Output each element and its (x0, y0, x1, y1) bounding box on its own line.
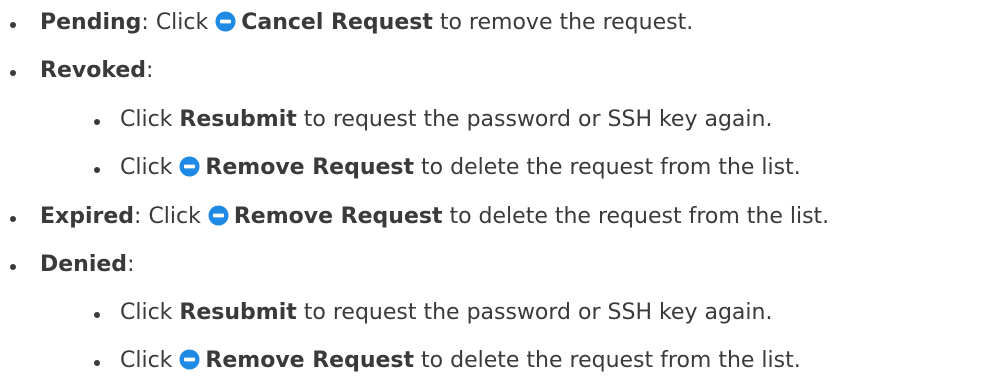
colon: : (146, 58, 154, 83)
status-label: Pending (40, 10, 142, 35)
bullet-icon (10, 264, 16, 270)
action-name: Remove Request (205, 348, 415, 373)
bullet-icon (94, 312, 100, 318)
status-label: Revoked (40, 58, 147, 83)
action-description: to remove the request. (432, 10, 694, 35)
status-label: Denied (40, 252, 128, 277)
minus-circle-icon (179, 156, 200, 177)
bullet-icon (10, 70, 16, 76)
minus-circle-icon (215, 11, 236, 32)
colon: : (134, 204, 149, 229)
click-text: Click (120, 107, 180, 132)
colon: : (141, 10, 156, 35)
action-name: Remove Request (205, 155, 415, 180)
action-description: to delete the request from the list. (442, 204, 830, 229)
action-name: Resubmit (179, 300, 297, 325)
action-name: Resubmit (179, 107, 297, 132)
action-description: to delete the request from the list. (414, 155, 801, 180)
bullet-icon (10, 22, 16, 28)
click-text: Click (120, 155, 180, 180)
bullet-icon (10, 216, 16, 222)
click-text: Click (120, 300, 180, 325)
bullet-icon (94, 167, 100, 173)
bullet-icon (94, 360, 100, 366)
click-text: Click (155, 10, 216, 35)
minus-circle-icon (179, 349, 200, 370)
action-name: Remove Request (233, 204, 443, 229)
minus-circle-icon (208, 205, 229, 226)
colon: : (127, 252, 135, 277)
action-description: to request the password or SSH key again… (296, 300, 773, 325)
action-name: Cancel Request (241, 10, 433, 35)
action-description: to request the password or SSH key again… (296, 107, 773, 132)
status-label: Expired (40, 204, 135, 229)
action-description: to delete the request from the list. (414, 348, 801, 373)
click-text: Click (148, 204, 208, 229)
bullet-icon (94, 119, 100, 125)
click-text: Click (120, 348, 180, 373)
status-action-list: Pending: Click Cancel Request to remove … (0, 0, 985, 376)
